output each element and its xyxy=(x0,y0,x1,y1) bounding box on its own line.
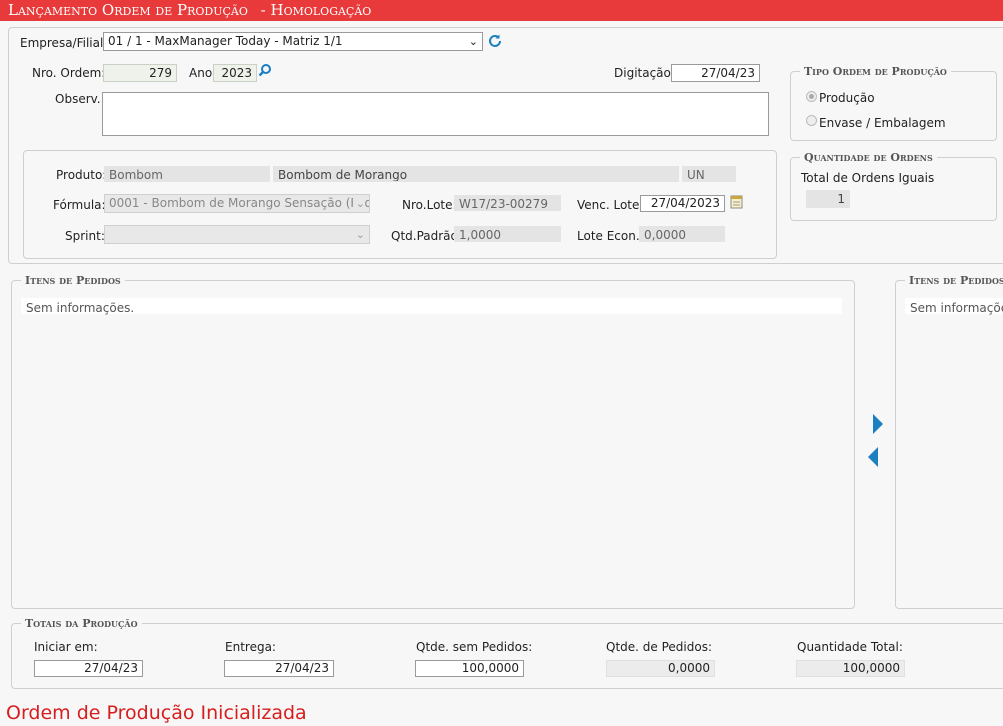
observ-textarea[interactable] xyxy=(102,92,769,136)
total-field[interactable]: 100,0000 xyxy=(796,660,905,677)
iniciar-label: Iniciar em: xyxy=(34,640,98,654)
radio-producao[interactable] xyxy=(806,91,817,102)
radio-envase-label: Envase / Embalagem xyxy=(819,116,946,130)
digitacao-label: Digitação: xyxy=(614,66,675,80)
sem-pedidos-label: Qtde. sem Pedidos: xyxy=(416,640,533,654)
chevron-down-icon: ⌄ xyxy=(355,228,365,241)
observ-label: Observ.: xyxy=(55,92,105,106)
tipo-ordem-fieldset xyxy=(790,71,997,141)
unidade-field[interactable]: UN xyxy=(682,166,736,182)
iniciar-field[interactable]: 27/04/23 xyxy=(34,660,143,677)
status-message: Ordem de Produção Inicializada xyxy=(6,702,307,724)
empresa-select-value: 01 / 1 - MaxManager Today - Matriz 1/1 xyxy=(108,34,343,48)
total-ordens-label: Total de Ordens Iguais xyxy=(801,171,935,185)
formula-select[interactable]: 0001 - Bombom de Morango Sensação (Padrã… xyxy=(104,194,370,213)
lote-econ-field[interactable]: 0,0000 xyxy=(639,226,725,242)
qtd-padrao-field[interactable]: 1,0000 xyxy=(454,226,561,242)
total-ordens-field[interactable]: 1 xyxy=(806,190,850,208)
entrega-field[interactable]: 27/04/23 xyxy=(224,660,334,677)
itens-pedidos-right-legend: Itens de Pedidos xyxy=(905,274,1003,287)
calendar-icon[interactable] xyxy=(730,194,743,209)
empresa-select[interactable]: 01 / 1 - MaxManager Today - Matriz 1/1 ⌄ xyxy=(103,32,483,51)
empresa-label: Empresa/Filial: xyxy=(20,36,108,50)
qtd-padrao-label: Qtd.Padrão: xyxy=(391,229,462,243)
de-pedidos-label: Qtde. de Pedidos: xyxy=(606,640,712,654)
quantidade-ordens-legend: Quantidade de Ordens xyxy=(800,151,937,164)
venc-lote-label: Venc. Lote: xyxy=(577,198,644,212)
nro-ordem-field[interactable]: 279 xyxy=(103,64,177,82)
sprint-label: Sprint: xyxy=(65,229,105,243)
radio-producao-label: Produção xyxy=(819,91,875,105)
entrega-label: Entrega: xyxy=(225,640,276,654)
total-label: Quantidade Total: xyxy=(797,640,903,654)
nro-ordem-label: Nro. Ordem: xyxy=(32,66,106,80)
sem-pedidos-field[interactable]: 100,0000 xyxy=(415,660,524,677)
lote-econ-label: Lote Econ.: xyxy=(577,229,644,243)
digitacao-field[interactable]: 27/04/23 xyxy=(671,64,760,82)
formula-label: Fórmula: xyxy=(53,198,106,212)
arrow-left-icon[interactable] xyxy=(866,446,880,468)
totais-legend: Totais da Produção xyxy=(21,617,142,630)
itens-pedidos-left-panel xyxy=(11,280,855,609)
environment-label: - Homologação xyxy=(260,1,372,19)
produto-label: Produto: xyxy=(56,168,107,182)
arrow-right-icon[interactable] xyxy=(871,413,885,435)
radio-envase[interactable] xyxy=(806,115,817,126)
itens-pedidos-left-list xyxy=(21,298,842,314)
formula-select-value: 0001 - Bombom de Morango Sensação (Padrã… xyxy=(109,196,370,210)
nro-lote-field[interactable]: W17/23-00279 xyxy=(454,195,561,211)
chevron-down-icon: ⌄ xyxy=(468,35,478,48)
window-title: Lançamento Ordem de Produção xyxy=(8,1,248,19)
produto-code-field[interactable]: Bombom xyxy=(104,166,270,182)
itens-pedidos-right-panel xyxy=(895,280,1003,609)
window-title-bar: Lançamento Ordem de Produção - Homologaç… xyxy=(0,0,1003,21)
itens-pedidos-left-legend: Itens de Pedidos xyxy=(21,274,125,287)
sprint-select[interactable]: ⌄ xyxy=(104,225,370,244)
ano-field[interactable]: 2023 xyxy=(213,64,257,82)
tipo-ordem-legend: Tipo Ordem de Produção xyxy=(800,65,951,78)
itens-pedidos-right-empty: Sem informações. xyxy=(910,301,1003,315)
itens-pedidos-left-empty: Sem informações. xyxy=(26,301,135,315)
produto-desc-field[interactable]: Bombom de Morango xyxy=(273,166,679,182)
nro-lote-label: Nro.Lote: xyxy=(402,198,457,212)
venc-lote-field[interactable]: 27/04/2023 xyxy=(640,195,725,212)
totais-panel xyxy=(11,623,1003,689)
quantidade-ordens-fieldset xyxy=(790,157,997,221)
refresh-icon[interactable] xyxy=(487,33,503,49)
search-icon[interactable] xyxy=(258,63,272,77)
de-pedidos-field[interactable]: 0,0000 xyxy=(606,660,715,677)
chevron-down-icon: ⌄ xyxy=(352,195,365,212)
